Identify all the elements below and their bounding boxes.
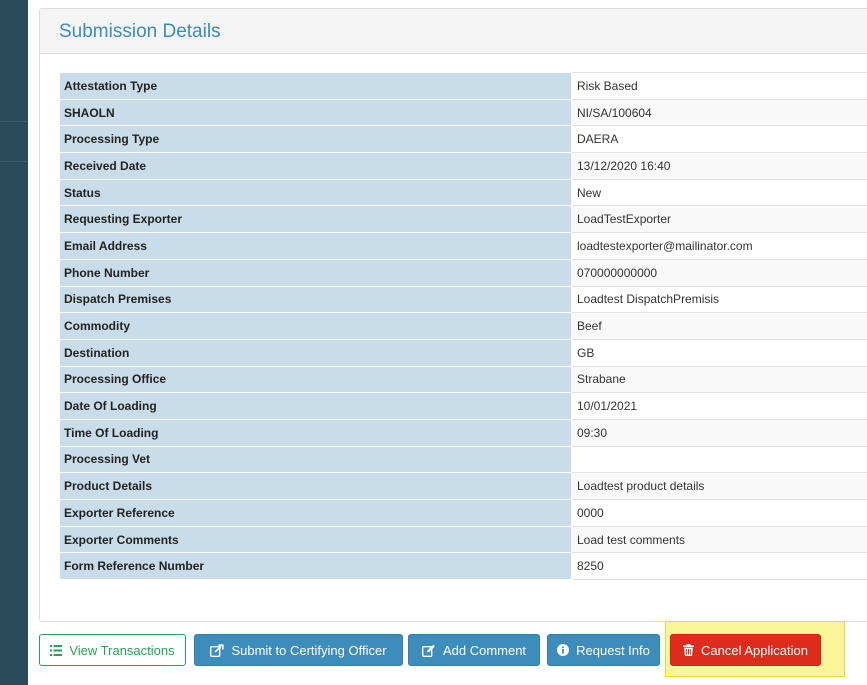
details-value: 10/01/2021 bbox=[571, 392, 867, 420]
details-label: Time Of Loading bbox=[59, 418, 572, 447]
details-label: Exporter Reference bbox=[59, 499, 572, 527]
cancel-application-label: Cancel Application bbox=[701, 642, 808, 658]
details-label: Dispatch Premises bbox=[59, 285, 572, 314]
details-label: Requesting Exporter bbox=[59, 205, 572, 234]
details-row: Phone Number 070000000000 bbox=[59, 258, 867, 287]
details-row: Destination GB bbox=[59, 338, 867, 367]
details-label: Email Address bbox=[59, 232, 572, 260]
details-row: Commodity Beef bbox=[59, 312, 867, 340]
details-label: Exporter Comments bbox=[59, 525, 572, 554]
details-value: Load test comments bbox=[571, 525, 867, 554]
details-row: Date Of Loading 10/01/2021 bbox=[59, 392, 867, 420]
info-circle-icon bbox=[557, 644, 570, 656]
details-value: 13/12/2020 16:40 bbox=[571, 152, 867, 180]
details-value: 09:30 bbox=[571, 418, 867, 447]
details-label: Received Date bbox=[59, 152, 572, 180]
view-transactions-label: View Transactions bbox=[69, 642, 175, 658]
details-value: GB bbox=[571, 338, 867, 367]
submission-details-panel: Submission Details Attestation Type Risk … bbox=[39, 8, 867, 622]
request-info-button[interactable]: Request Info bbox=[547, 634, 660, 666]
details-row: Requesting Exporter LoadTestExporter bbox=[59, 205, 867, 234]
sidebar-divider bbox=[0, 161, 28, 162]
details-value: New bbox=[571, 178, 867, 207]
trash-icon bbox=[683, 644, 695, 656]
details-row: Product Details Loadtest product details bbox=[59, 472, 867, 500]
details-row: Time Of Loading 09:30 bbox=[59, 418, 867, 447]
request-info-label: Request Info bbox=[576, 642, 650, 658]
list-icon bbox=[50, 644, 63, 656]
details-label: Form Reference Number bbox=[59, 552, 572, 581]
submit-to-certifying-officer-label: Submit to Certifying Officer bbox=[231, 642, 387, 658]
sidebar bbox=[0, 0, 28, 685]
details-value: Beef bbox=[571, 312, 867, 340]
details-row: Processing Office Strabane bbox=[59, 365, 867, 394]
details-label: Processing Vet bbox=[59, 445, 572, 474]
details-row: Processing Type DAERA bbox=[59, 125, 867, 154]
details-row: Email Address loadtestexporter@mailinator… bbox=[59, 232, 867, 260]
details-row: SHAOLN NI/SA/100604 bbox=[59, 98, 867, 127]
details-value: NI/SA/100604 bbox=[571, 98, 867, 127]
details-row: Status New bbox=[59, 178, 867, 207]
submit-to-certifying-officer-button[interactable]: Submit to Certifying Officer bbox=[194, 634, 403, 666]
details-label: Destination bbox=[59, 338, 572, 367]
details-value: 070000000000 bbox=[571, 258, 867, 287]
details-value: Loadtest product details bbox=[571, 472, 867, 500]
details-row: Attestation Type Risk Based bbox=[59, 72, 867, 100]
add-comment-label: Add Comment bbox=[442, 642, 527, 658]
details-value: LoadTestExporter bbox=[571, 205, 867, 234]
details-value: loadtestexporter@mailinator.com bbox=[571, 232, 867, 260]
details-label: Date Of Loading bbox=[59, 392, 572, 420]
add-comment-button[interactable]: Add Comment bbox=[408, 634, 540, 666]
edit-icon bbox=[421, 644, 436, 657]
details-value bbox=[571, 445, 867, 474]
details-value: Risk Based bbox=[571, 72, 867, 100]
details-row: Form Reference Number 8250 bbox=[59, 552, 867, 581]
details-value: DAERA bbox=[571, 125, 867, 154]
details-row: Exporter Reference 0000 bbox=[59, 499, 867, 527]
details-value: Loadtest DispatchPremisis bbox=[571, 285, 867, 314]
details-table: Attestation Type Risk Based SHAOLN NI/SA/10… bbox=[59, 72, 867, 581]
details-label: Commodity bbox=[59, 312, 572, 340]
sidebar-divider bbox=[0, 121, 28, 122]
cancel-application-button[interactable]: Cancel Application bbox=[670, 634, 821, 666]
details-row: Exporter Comments Load test comments bbox=[59, 525, 867, 554]
details-row: Received Date 13/12/2020 16:40 bbox=[59, 152, 867, 180]
details-label: Processing Type bbox=[59, 125, 572, 154]
details-row: Processing Vet bbox=[59, 445, 867, 474]
view-transactions-button[interactable]: View Transactions bbox=[39, 634, 186, 666]
details-label: Attestation Type bbox=[59, 72, 572, 100]
details-label: Processing Office bbox=[59, 365, 572, 394]
details-value: 8250 bbox=[571, 552, 867, 581]
details-value: Strabane bbox=[571, 365, 867, 394]
share-icon bbox=[210, 643, 225, 657]
panel-title: Submission Details bbox=[59, 21, 221, 42]
details-label: Phone Number bbox=[59, 258, 572, 287]
details-label: SHAOLN bbox=[59, 98, 572, 127]
details-label: Product Details bbox=[59, 472, 572, 500]
details-label: Status bbox=[59, 178, 572, 207]
details-value: 0000 bbox=[571, 499, 867, 527]
details-row: Dispatch Premises Loadtest DispatchPremis… bbox=[59, 285, 867, 314]
